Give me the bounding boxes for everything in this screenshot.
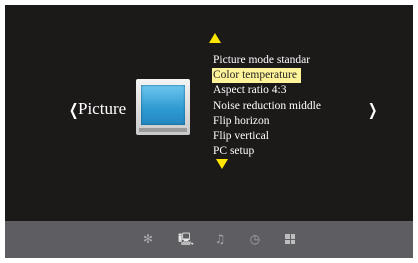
menu-item-flip-vertical[interactable]: Flip vertical xyxy=(212,126,325,142)
menu-item-aspect-ratio[interactable]: Aspect ratio 4:3 xyxy=(212,80,325,97)
menu-item-noise-reduction[interactable]: Noise reduction middle xyxy=(212,96,325,112)
menu-item-label: Noise reduction middle xyxy=(213,99,321,112)
menu-item-label: PC setup xyxy=(213,145,255,158)
menu-item-label: Aspect ratio 4:3 xyxy=(213,84,287,97)
menu-item-label: Flip horizon xyxy=(213,114,270,127)
menu-item-picture-mode[interactable]: Picture mode standar xyxy=(212,50,325,66)
menu-item-label: Flip vertical xyxy=(213,129,269,142)
grid-icon[interactable] xyxy=(283,232,297,246)
menu-item-pc-setup[interactable]: PC setup xyxy=(212,141,325,158)
scroll-down-icon[interactable] xyxy=(216,159,228,169)
music-note-icon[interactable]: ♫ xyxy=(213,232,227,246)
menu-item-label: Picture mode standar xyxy=(213,54,311,66)
osd-screen: ❮ Picture ❯ Picture mode standar Color t… xyxy=(5,5,413,258)
menu-item-flip-horizon[interactable]: Flip horizon xyxy=(212,111,325,127)
right-arrow-icon[interactable]: ❯ xyxy=(368,102,377,118)
clock-icon[interactable]: ◷ xyxy=(248,232,262,246)
scroll-up-icon[interactable] xyxy=(209,33,221,43)
left-arrow-icon[interactable]: ❮ xyxy=(69,102,78,118)
picture-category-icon xyxy=(136,79,190,135)
picture-menu-list: Picture mode standar Color temperature A… xyxy=(212,50,325,158)
monitor-icon[interactable]: 🖳 xyxy=(178,232,194,246)
category-title: Picture xyxy=(78,99,127,118)
menu-item-color-temperature[interactable]: Color temperature xyxy=(212,65,325,84)
sun-icon[interactable]: ✻ xyxy=(141,232,155,246)
footer-bar: ✻ 🖳 ♫ ◷ xyxy=(5,221,413,258)
